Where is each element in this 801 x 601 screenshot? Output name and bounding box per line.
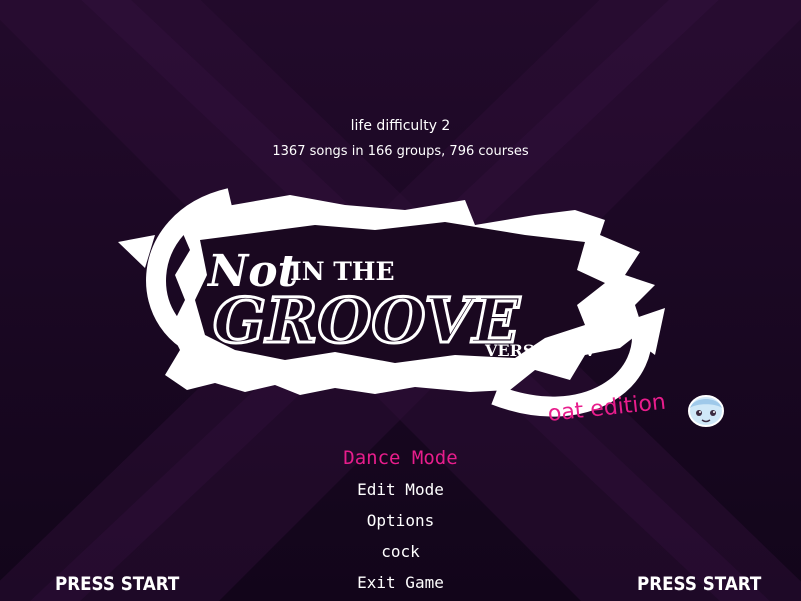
menu-item-edit-mode[interactable]: Edit Mode <box>0 480 801 499</box>
logo-version-text: VERSION IV <box>484 341 597 360</box>
mascot-face-icon <box>688 395 724 427</box>
menu-item-dance-mode[interactable]: Dance Mode <box>0 447 801 469</box>
logo-in-the-text: IN THE <box>290 257 395 286</box>
logo-groove-text: GROOVE <box>213 284 521 357</box>
difficulty-label: life difficulty 2 <box>350 118 451 134</box>
menu-item-options[interactable]: Options <box>0 511 801 530</box>
menu-item-4[interactable]: cock <box>0 542 801 561</box>
p1-press-start: PRESS START <box>55 573 180 595</box>
p2-press-start: PRESS START <box>637 573 762 595</box>
song-count-label: 1367 songs in 166 groups, 796 courses <box>272 144 529 159</box>
